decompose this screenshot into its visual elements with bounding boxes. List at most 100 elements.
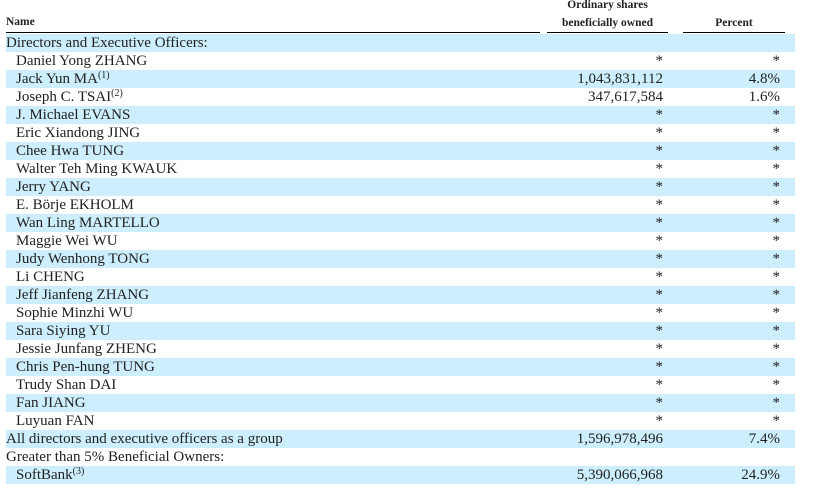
row-name-text: Jack Yun MA xyxy=(16,71,98,87)
table-row: Walter Teh Ming KWAUK * * xyxy=(6,160,795,178)
row-name-text: Sophie Minzhi WU xyxy=(16,305,134,321)
row-name-text: Judy Wenhong TONG xyxy=(16,251,150,267)
row-name-text: Directors and Executive Officers: xyxy=(6,35,208,51)
row-name-text: Walter Teh Ming KWAUK xyxy=(16,161,178,177)
row-name-text: Maggie Wei WU xyxy=(16,233,118,249)
row-name: Jerry YANG xyxy=(16,178,91,196)
table-row: Trudy Shan DAI * * xyxy=(6,376,795,394)
table-row: E. Börje EKHOLM * * xyxy=(6,196,795,214)
row-percent: * xyxy=(772,233,781,249)
table-row: Judy Wenhong TONG * * xyxy=(6,250,795,268)
row-name-text: Chee Hwa TUNG xyxy=(16,143,125,159)
row-shares: 1,596,978,496 xyxy=(576,431,663,447)
row-percent: * xyxy=(772,377,781,393)
footnote-ref: (1) xyxy=(97,70,110,81)
row-shares: 1,043,831,112 xyxy=(577,71,663,87)
row-shares: * xyxy=(655,233,664,249)
row-shares: * xyxy=(655,305,664,321)
row-name: Sara Siying YU xyxy=(16,322,110,340)
row-name: Eric Xiandong JING xyxy=(16,124,140,142)
row-shares: * xyxy=(655,377,664,393)
row-name-text: Chris Pen-hung TUNG xyxy=(16,359,155,375)
table-row: J. Michael EVANS * * xyxy=(6,106,795,124)
column-header-shares-line1: Ordinary shares xyxy=(567,0,648,11)
row-shares: * xyxy=(655,161,664,177)
row-percent: * xyxy=(772,341,781,357)
row-percent: * xyxy=(772,53,781,69)
row-name: E. Börje EKHOLM xyxy=(16,196,134,214)
row-percent: * xyxy=(772,197,781,213)
table-row: Chee Hwa TUNG * * xyxy=(6,142,795,160)
row-name-text: E. Börje EKHOLM xyxy=(16,197,134,213)
row-name-text: Trudy Shan DAI xyxy=(16,377,117,393)
row-name: Luyuan FAN xyxy=(16,412,94,430)
footnote-ref: (2) xyxy=(111,88,123,99)
row-name-text: Eric Xiandong JING xyxy=(16,125,141,141)
row-percent: * xyxy=(772,125,781,141)
row-shares: * xyxy=(655,125,664,141)
row-shares: * xyxy=(655,341,664,357)
table-row: Directors and Executive Officers: xyxy=(6,34,795,52)
header-rule-percent xyxy=(683,32,785,33)
row-name-text: Jeff Jianfeng ZHANG xyxy=(16,287,150,303)
table-row: Jerry YANG * * xyxy=(6,178,795,196)
row-shares: * xyxy=(655,251,664,267)
row-percent: * xyxy=(772,179,781,195)
row-shares: * xyxy=(655,215,664,231)
table-row: Jack Yun MA(1) 1,043,831,112 4.8% xyxy=(6,70,795,88)
row-shares: 347,617,584 xyxy=(588,89,663,105)
table-row: Wan Ling MARTELLO * * xyxy=(6,214,795,232)
row-name-text: J. Michael EVANS xyxy=(16,107,131,123)
table-row: Sara Siying YU * * xyxy=(6,322,795,340)
footnote-ref: (3) xyxy=(72,466,85,477)
row-shares: 5,390,066,968 xyxy=(576,467,663,483)
row-name: Fan JIANG xyxy=(16,394,86,412)
row-percent: 24.9% xyxy=(741,467,780,483)
table-row: Greater than 5% Beneficial Owners: xyxy=(6,448,795,466)
row-percent: * xyxy=(772,323,781,339)
row-name-text: Joseph C. TSAI xyxy=(16,89,112,105)
table-row: SoftBank(3) 5,390,066,968 24.9% xyxy=(6,466,795,484)
row-shares: * xyxy=(655,143,664,159)
table-row: Fan JIANG * * xyxy=(6,394,795,412)
row-name-text: Sara Siying YU xyxy=(16,323,111,339)
row-name: Jack Yun MA(1) xyxy=(16,70,110,88)
row-shares: * xyxy=(655,269,664,285)
row-shares: * xyxy=(655,395,664,411)
row-name: Sophie Minzhi WU xyxy=(16,304,133,322)
row-name: Judy Wenhong TONG xyxy=(16,250,150,268)
row-percent: 1.6% xyxy=(748,89,780,105)
row-percent: * xyxy=(772,413,781,429)
row-shares: * xyxy=(655,287,664,303)
row-name-text: Fan JIANG xyxy=(16,395,86,411)
row-name: Directors and Executive Officers: xyxy=(6,34,208,52)
table-row: All directors and executive officers as … xyxy=(6,430,795,448)
row-percent: * xyxy=(772,305,781,321)
row-name-text: Li CHENG xyxy=(16,269,85,285)
row-shares: * xyxy=(655,359,664,375)
row-percent: 7.4% xyxy=(748,431,780,447)
row-percent: * xyxy=(772,395,781,411)
column-header-name: Name xyxy=(6,16,35,28)
row-name: All directors and executive officers as … xyxy=(6,430,283,448)
row-shares: * xyxy=(655,413,664,429)
row-name: Walter Teh Ming KWAUK xyxy=(16,160,177,178)
table-row: Chris Pen-hung TUNG * * xyxy=(6,358,795,376)
row-name: Jessie Junfang ZHENG xyxy=(16,340,157,358)
table-row: Sophie Minzhi WU * * xyxy=(6,304,795,322)
row-name-text: Wan Ling MARTELLO xyxy=(16,215,160,231)
row-percent: * xyxy=(772,269,781,285)
table-row: Li CHENG * * xyxy=(6,268,795,286)
table-row: Jeff Jianfeng ZHANG * * xyxy=(6,286,795,304)
table-row: Jessie Junfang ZHENG * * xyxy=(6,340,795,358)
row-shares: * xyxy=(655,323,664,339)
header-rule-shares xyxy=(547,32,668,33)
table-row: Luyuan FAN * * xyxy=(6,412,795,430)
column-header-shares: Ordinary shares beneficially owned xyxy=(547,0,668,32)
row-percent: * xyxy=(772,287,781,303)
row-name: Chee Hwa TUNG xyxy=(16,142,124,160)
row-percent: * xyxy=(772,107,781,123)
row-name: Joseph C. TSAI(2) xyxy=(16,88,123,106)
row-name-text: Luyuan FAN xyxy=(16,413,95,429)
row-percent: * xyxy=(772,359,781,375)
